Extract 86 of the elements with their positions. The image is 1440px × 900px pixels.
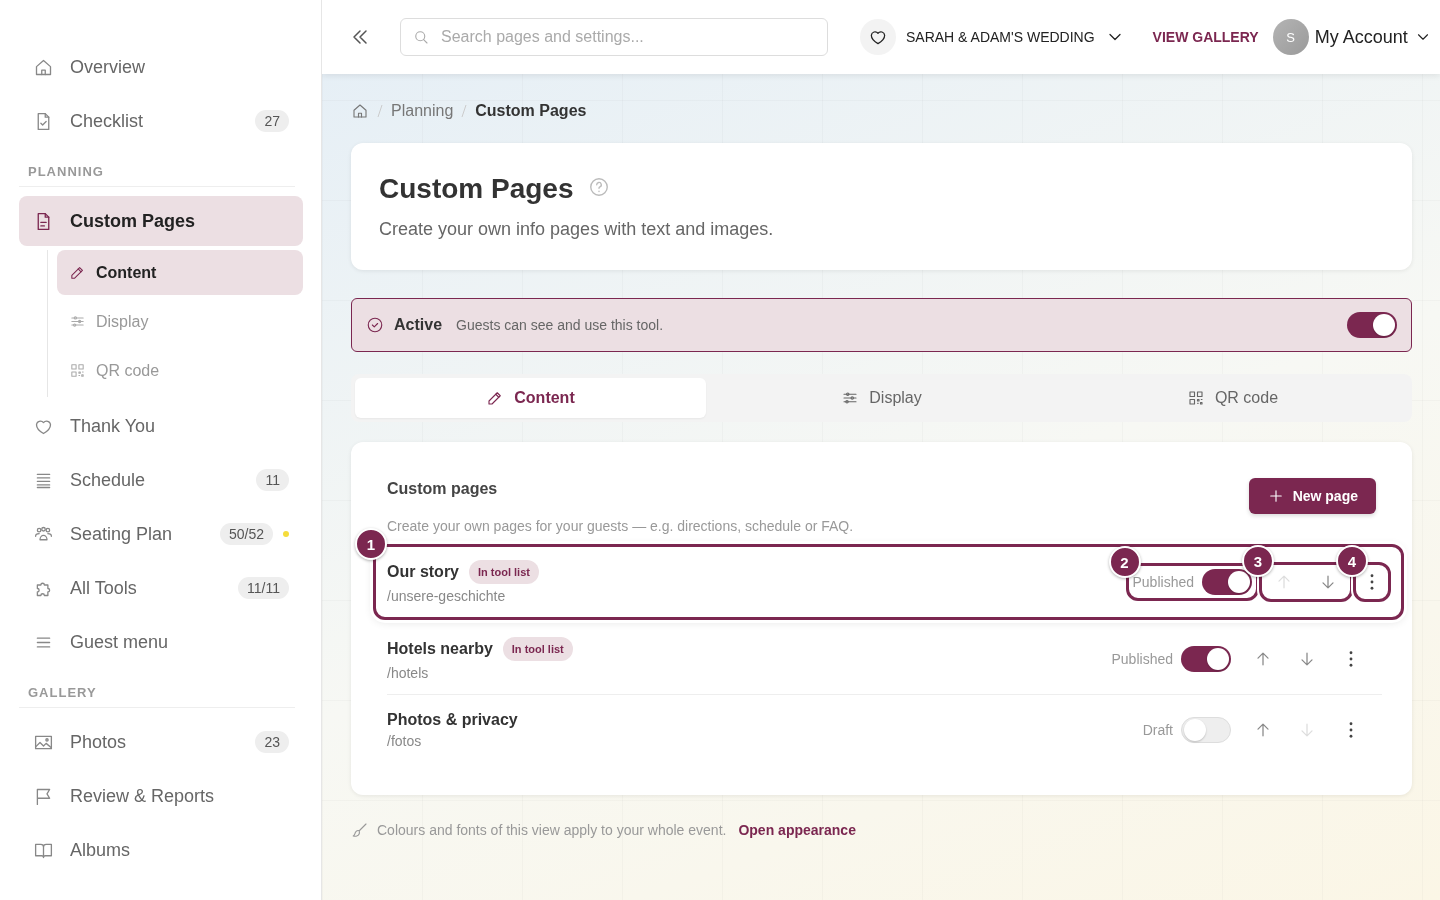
section-heading: GALLERY bbox=[19, 671, 295, 708]
help-icon bbox=[587, 176, 610, 198]
pencil-icon bbox=[69, 264, 86, 281]
item-label: Seating Plan bbox=[70, 523, 174, 545]
active-toggle[interactable] bbox=[1347, 312, 1397, 338]
tab[interactable]: Content bbox=[355, 378, 706, 418]
page-row[interactable]: Photos & privacy /fotos Draft bbox=[387, 695, 1382, 765]
status-label: Published bbox=[1111, 651, 1173, 667]
item-label: Overview bbox=[70, 56, 146, 78]
sidebar-subitem[interactable]: Content bbox=[57, 250, 303, 295]
breadcrumb-separator bbox=[461, 104, 468, 118]
count-badge: 50/52 bbox=[219, 523, 273, 545]
page-title: Photos & privacy bbox=[387, 711, 518, 729]
breadcrumb-link[interactable]: Planning bbox=[391, 102, 454, 120]
item-label: Schedule bbox=[70, 469, 147, 491]
note-text: Colours and fonts of this view apply to your whole event. bbox=[377, 822, 727, 838]
count-badge: 11/11 bbox=[238, 577, 289, 599]
page-title: Our story bbox=[387, 563, 459, 581]
page-title: Hotels nearby bbox=[387, 640, 493, 658]
home-icon bbox=[351, 102, 369, 120]
tool-list-tag: In tool list bbox=[502, 637, 573, 661]
brush-icon bbox=[351, 821, 369, 839]
item-label: Photos bbox=[70, 731, 128, 753]
new-page-button[interactable]: New page bbox=[1248, 478, 1376, 514]
item-label: Custom Pages bbox=[70, 210, 197, 232]
account-menu[interactable]: S My Account bbox=[1272, 19, 1432, 55]
status-text: Guests can see and use this tool. bbox=[456, 317, 665, 333]
sidebar-item[interactable]: Photos 23 bbox=[19, 717, 303, 767]
event-selector[interactable]: SARAH & ADAM'S WEDDING bbox=[860, 19, 1125, 55]
more-vertical-icon bbox=[1349, 651, 1353, 667]
sidebar-item[interactable]: Custom Pages bbox=[19, 196, 303, 246]
avatar: S bbox=[1272, 19, 1309, 55]
page-slug: /unsere-geschichte bbox=[387, 588, 507, 604]
item-label: Albums bbox=[70, 839, 132, 861]
account-label: My Account bbox=[1314, 26, 1408, 48]
item-label: Guest menu bbox=[70, 631, 170, 653]
breadcrumb-separator bbox=[377, 104, 383, 118]
sidebar-item[interactable]: All Tools 11/11 bbox=[19, 563, 303, 613]
publish-toggle[interactable] bbox=[1181, 646, 1231, 672]
section-heading: PLANNING bbox=[19, 150, 295, 187]
breadcrumb-current: Custom Pages bbox=[475, 102, 587, 120]
page-slug: /fotos bbox=[387, 733, 423, 749]
sidebar-item[interactable]: Schedule 11 bbox=[19, 455, 303, 505]
publish-toggle[interactable] bbox=[1202, 569, 1252, 595]
item-label: Display bbox=[96, 312, 149, 331]
more-vertical-icon bbox=[1349, 722, 1353, 738]
sidebar-item[interactable]: Checklist 27 bbox=[19, 96, 303, 146]
tool-list-tag: In tool list bbox=[469, 560, 539, 584]
view-gallery-link[interactable]: VIEW GALLERY bbox=[1152, 29, 1259, 45]
step-number-badge: 2 bbox=[1108, 546, 1141, 578]
step-number-badge: 4 bbox=[1336, 545, 1368, 577]
sidebar-item[interactable]: Guest menu bbox=[19, 617, 303, 667]
open-appearance-link[interactable]: Open appearance bbox=[738, 822, 856, 838]
item-label: Review & Reports bbox=[70, 785, 216, 807]
section-description: Create your own pages for your guests — e.g. directions, schedule or FAQ. bbox=[387, 518, 855, 534]
search-field[interactable]: Search pages and settings... bbox=[400, 18, 828, 56]
sliders-icon bbox=[69, 313, 86, 330]
qr-code-icon bbox=[69, 362, 86, 379]
sidebar-item[interactable]: Albums bbox=[19, 825, 303, 875]
tab[interactable]: Display bbox=[706, 378, 1057, 418]
qr-code-icon bbox=[1186, 389, 1205, 407]
page-slug: /hotels bbox=[387, 665, 430, 681]
tab[interactable]: QR code bbox=[1057, 378, 1408, 418]
page-row[interactable]: Hotels nearby In tool list /hotels Published bbox=[387, 624, 1382, 695]
status-label: Active bbox=[394, 316, 443, 334]
page-title: Custom Pages bbox=[379, 173, 574, 205]
item-label: Thank You bbox=[70, 415, 157, 437]
publish-toggle[interactable] bbox=[1181, 717, 1231, 743]
count-badge: 23 bbox=[255, 731, 289, 753]
step-number-badge: 1 bbox=[355, 528, 387, 560]
sidebar-item[interactable]: Overview bbox=[19, 42, 303, 92]
sidebar-item[interactable]: Review & Reports bbox=[19, 771, 303, 821]
count-badge: 27 bbox=[255, 110, 289, 132]
more-vertical-icon bbox=[1370, 574, 1374, 590]
item-label: All Tools bbox=[70, 577, 138, 599]
item-label: Content bbox=[96, 263, 157, 282]
item-label: QR code bbox=[96, 361, 160, 380]
sidebar-item[interactable]: Seating Plan 50/52 bbox=[19, 509, 303, 559]
sidebar-item[interactable]: Thank You bbox=[19, 401, 303, 451]
check-circle-icon bbox=[366, 316, 384, 334]
item-label: Checklist bbox=[70, 110, 145, 132]
count-badge: 11 bbox=[256, 469, 289, 491]
page-subtitle: Create your own info pages with text and images. bbox=[379, 219, 775, 240]
step-number-badge: 3 bbox=[1242, 545, 1274, 577]
status-label: Draft bbox=[1142, 722, 1173, 738]
section-title: Custom pages bbox=[387, 480, 499, 498]
